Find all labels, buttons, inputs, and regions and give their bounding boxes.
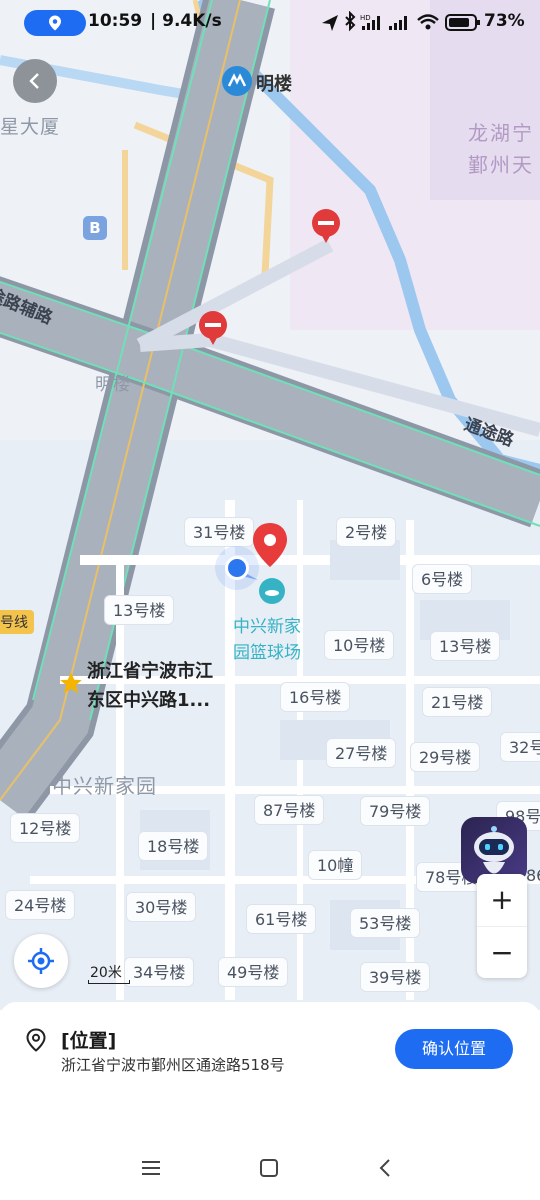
poi-longhu-line2: 鄞州天 <box>468 153 534 177</box>
building-label[interactable]: 2号楼 <box>336 517 397 547</box>
zoom-in-button[interactable]: + <box>477 874 527 926</box>
building-label[interactable]: 31号楼 <box>184 517 255 547</box>
building-label[interactable]: 79号楼 <box>360 796 431 826</box>
system-nav-bar <box>0 1145 540 1200</box>
navigation-icon <box>322 15 338 31</box>
zoom-controls: + − <box>477 874 527 978</box>
location-pin-icon <box>49 15 61 31</box>
building-label-partial[interactable]: 86 <box>526 866 540 885</box>
metro-icon[interactable] <box>222 66 252 96</box>
locate-button[interactable] <box>14 934 68 988</box>
no-entry-icon[interactable] <box>311 208 341 248</box>
metro-station-label: 明楼 <box>256 74 292 95</box>
zoom-out-button[interactable]: − <box>477 926 527 978</box>
bluetooth-icon <box>345 11 356 32</box>
building-label[interactable]: 30号楼 <box>126 892 197 922</box>
building-label[interactable]: 49号楼 <box>218 957 289 987</box>
building-label[interactable]: 13号楼 <box>430 631 501 661</box>
confirm-location-button[interactable]: 确认位置 <box>395 1029 513 1069</box>
location-card: [位置] 浙江省宁波市鄞州区通途路518号 确认位置 <box>0 1002 540 1145</box>
square-icon[interactable] <box>258 1157 280 1179</box>
network-rate: | 9.4K/s <box>150 11 222 31</box>
building-label[interactable]: 39号楼 <box>360 962 431 992</box>
clock: 10:59 <box>88 11 143 31</box>
poi-court-line1: 中兴新家 <box>233 617 301 637</box>
crosshair-icon <box>28 948 54 974</box>
building-label[interactable]: 21号楼 <box>422 687 493 717</box>
building-label[interactable]: 12号楼 <box>10 813 81 843</box>
location-address: 浙江省宁波市鄞州区通途路518号 <box>61 1056 285 1074</box>
building-label[interactable]: 24号楼 <box>5 890 76 920</box>
building-label[interactable]: 32号 <box>500 732 540 762</box>
menu-icon[interactable] <box>140 1157 162 1179</box>
building-label[interactable]: 61号楼 <box>246 904 317 934</box>
building-label[interactable]: 18号楼 <box>138 831 209 861</box>
building-label[interactable]: 87号楼 <box>254 795 325 825</box>
battery-percent: 73% <box>484 11 525 31</box>
scale-label: 20米 <box>90 965 122 981</box>
star-icon[interactable] <box>58 670 84 700</box>
building-label[interactable]: 53号楼 <box>350 908 421 938</box>
location-pill[interactable] <box>24 10 86 36</box>
bus-stop-badge[interactable]: B <box>83 216 107 240</box>
location-outline-icon <box>26 1028 46 1052</box>
crossing-label: 明楼 <box>95 375 131 395</box>
favorite-line2: 东区中兴路1... <box>87 690 211 711</box>
building-label[interactable]: 10号楼 <box>324 630 395 660</box>
no-entry-icon[interactable] <box>198 310 228 350</box>
back-button[interactable] <box>13 59 57 103</box>
chevron-left-icon <box>29 73 39 89</box>
building-label[interactable]: 10幢 <box>308 850 363 880</box>
building-label[interactable]: 29号楼 <box>410 742 481 772</box>
building-label[interactable]: 6号楼 <box>412 564 473 594</box>
basketball-court-icon[interactable] <box>259 578 285 604</box>
building-label[interactable]: 34号楼 <box>124 957 195 987</box>
map-base-layer <box>0 0 540 1010</box>
poi-longhu-line1: 龙湖宁 <box>468 121 534 145</box>
metro-line-label: 号线 <box>0 615 28 631</box>
map-pin-icon[interactable] <box>252 523 288 573</box>
building-label[interactable]: 16号楼 <box>280 682 351 712</box>
poi-partial-building: 星大厦 <box>0 116 61 138</box>
status-bar: 10:59 | 9.4K/s HD 73% <box>0 0 540 46</box>
chevron-left-icon[interactable] <box>375 1157 397 1179</box>
building-label[interactable]: 13号楼 <box>104 595 175 625</box>
poi-court-line2: 园篮球场 <box>233 643 301 663</box>
svg-text:HD: HD <box>360 14 371 22</box>
map-view[interactable]: 星大厦 龙湖宁 鄞州天 明楼 B 途路辅路 明楼 通途路 31号楼 2号楼 6号… <box>0 0 540 1010</box>
favorite-line1: 浙江省宁波市江 <box>87 661 213 682</box>
poi-zhongxing-park: 中兴新家园 <box>52 774 157 798</box>
building-label[interactable]: 27号楼 <box>326 738 397 768</box>
location-title: [位置] <box>61 1030 117 1052</box>
scale-bar <box>88 980 130 984</box>
status-icons: HD <box>322 11 480 32</box>
